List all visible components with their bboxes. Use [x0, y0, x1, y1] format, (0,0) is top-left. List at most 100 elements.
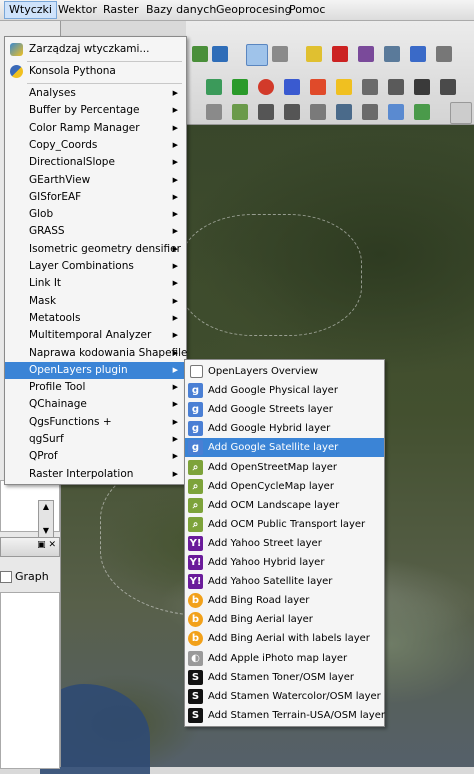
submenu-arrow-icon: ▶: [172, 175, 178, 184]
openlayers-menu-item[interactable]: Y! Add Yahoo Satellite layer: [185, 572, 384, 591]
menu-item-label: QProf: [29, 450, 58, 463]
plugin-menu-item[interactable]: Profile Tool ▶: [5, 379, 186, 396]
graph-icon[interactable]: [310, 79, 326, 95]
openlayers-menu-item[interactable]: ⌕ Add OCM Landscape layer: [185, 496, 384, 515]
grid-icon[interactable]: [336, 104, 352, 120]
raster-icon[interactable]: [284, 79, 300, 95]
openlayers-menu-item[interactable]: g Add Google Physical layer: [185, 381, 384, 400]
zoom-icon[interactable]: [272, 46, 288, 62]
openlayers-menu-item[interactable]: g Add Google Streets layer: [185, 400, 384, 419]
measure-icon[interactable]: [436, 46, 452, 62]
python-console-item[interactable]: Konsola Pythona: [5, 63, 186, 80]
export-icon[interactable]: [440, 79, 456, 95]
menu-database[interactable]: Bazy danych: [142, 2, 220, 18]
openlayers-menu-item[interactable]: Y! Add Yahoo Street layer: [185, 534, 384, 553]
graph-checkbox[interactable]: Graph: [0, 568, 49, 586]
plugin-menu-item[interactable]: GEarthView ▶: [5, 172, 186, 189]
table-icon[interactable]: [384, 46, 400, 62]
menu-help[interactable]: Pomoc: [285, 2, 329, 18]
tool-icon[interactable]: [414, 104, 430, 120]
plugin-menu-item[interactable]: Copy_Coords ▶: [5, 137, 186, 154]
openlayers-menu-item[interactable]: ◐ Add Apple iPhoto map layer: [185, 649, 384, 668]
plugin-menu-item[interactable]: Multitemporal Analyzer ▶: [5, 327, 186, 344]
tool-icon[interactable]: [284, 104, 300, 120]
line-icon[interactable]: [362, 79, 378, 95]
select-icon[interactable]: [306, 46, 322, 62]
openlayers-menu-item[interactable]: Y! Add Yahoo Hybrid layer: [185, 553, 384, 572]
redo-icon[interactable]: [212, 46, 228, 62]
openlayers-menu-item[interactable]: S Add Stamen Terrain-USA/OSM layer: [185, 706, 385, 725]
plugin-menu-item[interactable]: Raster Interpolation ▶: [5, 466, 186, 483]
identify-icon[interactable]: [246, 44, 268, 66]
submenu-arrow-icon: ▶: [172, 296, 178, 305]
openlayers-menu-item[interactable]: b Add Bing Aerial with labels layer: [185, 629, 384, 648]
menu-item-label: Add Stamen Watercolor/OSM layer: [208, 690, 381, 702]
openlayers-menu-item[interactable]: g Add Google Satellite layer: [185, 438, 384, 458]
toolbar-row-3: [186, 102, 474, 136]
menu-raster[interactable]: Raster: [99, 2, 142, 18]
openlayers-menu-item[interactable]: b Add Bing Aerial layer: [185, 610, 384, 629]
menu-plugins[interactable]: Wtyczki: [4, 1, 57, 19]
plugin-menu-item[interactable]: qgSurf ▶: [5, 431, 186, 448]
sigma-icon[interactable]: [410, 46, 426, 62]
openlayers-menu-item[interactable]: S Add Stamen Watercolor/OSM layer: [185, 687, 384, 706]
plugin-menu-item[interactable]: Mask ▶: [5, 293, 186, 310]
node-icon[interactable]: [388, 79, 404, 95]
plugin-menu-item[interactable]: DirectionalSlope ▶: [5, 154, 186, 171]
plugin-menu-item[interactable]: Analyses ▶: [5, 85, 186, 102]
menu-item-label: Add OpenCycleMap layer: [208, 480, 334, 492]
panel-float-close-buttons[interactable]: ▣ ✕: [37, 540, 56, 550]
tool-icon[interactable]: [362, 104, 378, 120]
plugin-menu-item[interactable]: Buffer by Percentage ▶: [5, 102, 186, 119]
plugin-menu-item[interactable]: Metatools ▶: [5, 310, 186, 327]
tool-icon[interactable]: [388, 104, 404, 120]
plugin-menu-item[interactable]: Naprawa kodowania Shapefile ▶: [5, 345, 188, 362]
overflow-icon[interactable]: [450, 102, 472, 124]
deselect-icon[interactable]: [332, 46, 348, 62]
plugin-menu-item[interactable]: Link It ▶: [5, 275, 186, 292]
tool-icon[interactable]: [206, 104, 222, 120]
openlayers-menu-item[interactable]: ⌕ Add OpenStreetMap layer: [185, 458, 384, 477]
openlayers-menu-item[interactable]: g Add Google Hybrid layer: [185, 419, 384, 438]
submenu-arrow-icon: ▶: [172, 140, 178, 149]
tool-icon[interactable]: [258, 104, 274, 120]
tool-icon[interactable]: [232, 104, 248, 120]
menu-item-label: Isometric geometry densifier: [29, 242, 181, 255]
capture-icon[interactable]: [414, 79, 430, 95]
menu-vector[interactable]: Wektor: [54, 2, 101, 18]
plugin-menu-item[interactable]: Color Ramp Manager ▶: [5, 120, 186, 137]
menu-item-label: Add Google Physical layer: [208, 385, 338, 397]
manage-plugins-item[interactable]: Zarządzaj wtyczkami...: [5, 41, 186, 58]
arrow-icon[interactable]: [232, 79, 248, 95]
plugin-menu-item[interactable]: GRASS ▶: [5, 223, 186, 240]
plugin-menu-item[interactable]: GISforEAF ▶: [5, 189, 186, 206]
plugin-icon[interactable]: [206, 79, 222, 95]
plugin-menu-item[interactable]: Glob ▶: [5, 206, 186, 223]
lightning-icon[interactable]: [336, 79, 352, 95]
openlayers-menu-item[interactable]: OpenLayers Overview: [185, 362, 384, 381]
refresh-icon[interactable]: [192, 46, 208, 62]
submenu-arrow-icon: ▶: [172, 123, 178, 132]
globe-icon[interactable]: [258, 79, 274, 95]
tool-icon[interactable]: [310, 104, 326, 120]
openlayers-menu-item[interactable]: ⌕ Add OCM Public Transport layer: [185, 515, 384, 534]
openlayers-menu-item[interactable]: b Add Bing Road layer: [185, 591, 384, 610]
openlayers-menu-item[interactable]: ⌕ Add OpenCycleMap layer: [185, 477, 384, 496]
menu-item-label: QChainage: [29, 398, 87, 411]
plugin-menu-item[interactable]: QgsFunctions + ▶: [5, 414, 186, 431]
plugin-menu-item[interactable]: Isometric geometry densifier ▶: [5, 241, 186, 258]
scrollbar[interactable]: ▲ ▼: [38, 500, 54, 538]
openlayers-menu-item[interactable]: S Add Stamen Toner/OSM layer: [185, 668, 384, 687]
menu-item-label: Add Bing Aerial layer: [208, 614, 313, 626]
submenu-arrow-icon: ▶: [172, 89, 178, 97]
menu-item-label: GISforEAF: [29, 190, 82, 203]
plugin-menu-item[interactable]: QProf ▶: [5, 448, 186, 465]
google-icon: g: [188, 383, 203, 399]
menu-item-label: Naprawa kodowania Shapefile: [29, 346, 188, 359]
menu-item-label: GRASS: [29, 225, 65, 238]
plugin-menu-item[interactable]: OpenLayers plugin ▶: [5, 361, 186, 379]
plugin-menu-item[interactable]: QChainage ▶: [5, 396, 186, 413]
epsilon-icon[interactable]: [358, 46, 374, 62]
plugin-menu-item[interactable]: Layer Combinations ▶: [5, 258, 186, 275]
menu-geoprocessing[interactable]: Geoprocesing: [212, 2, 296, 18]
